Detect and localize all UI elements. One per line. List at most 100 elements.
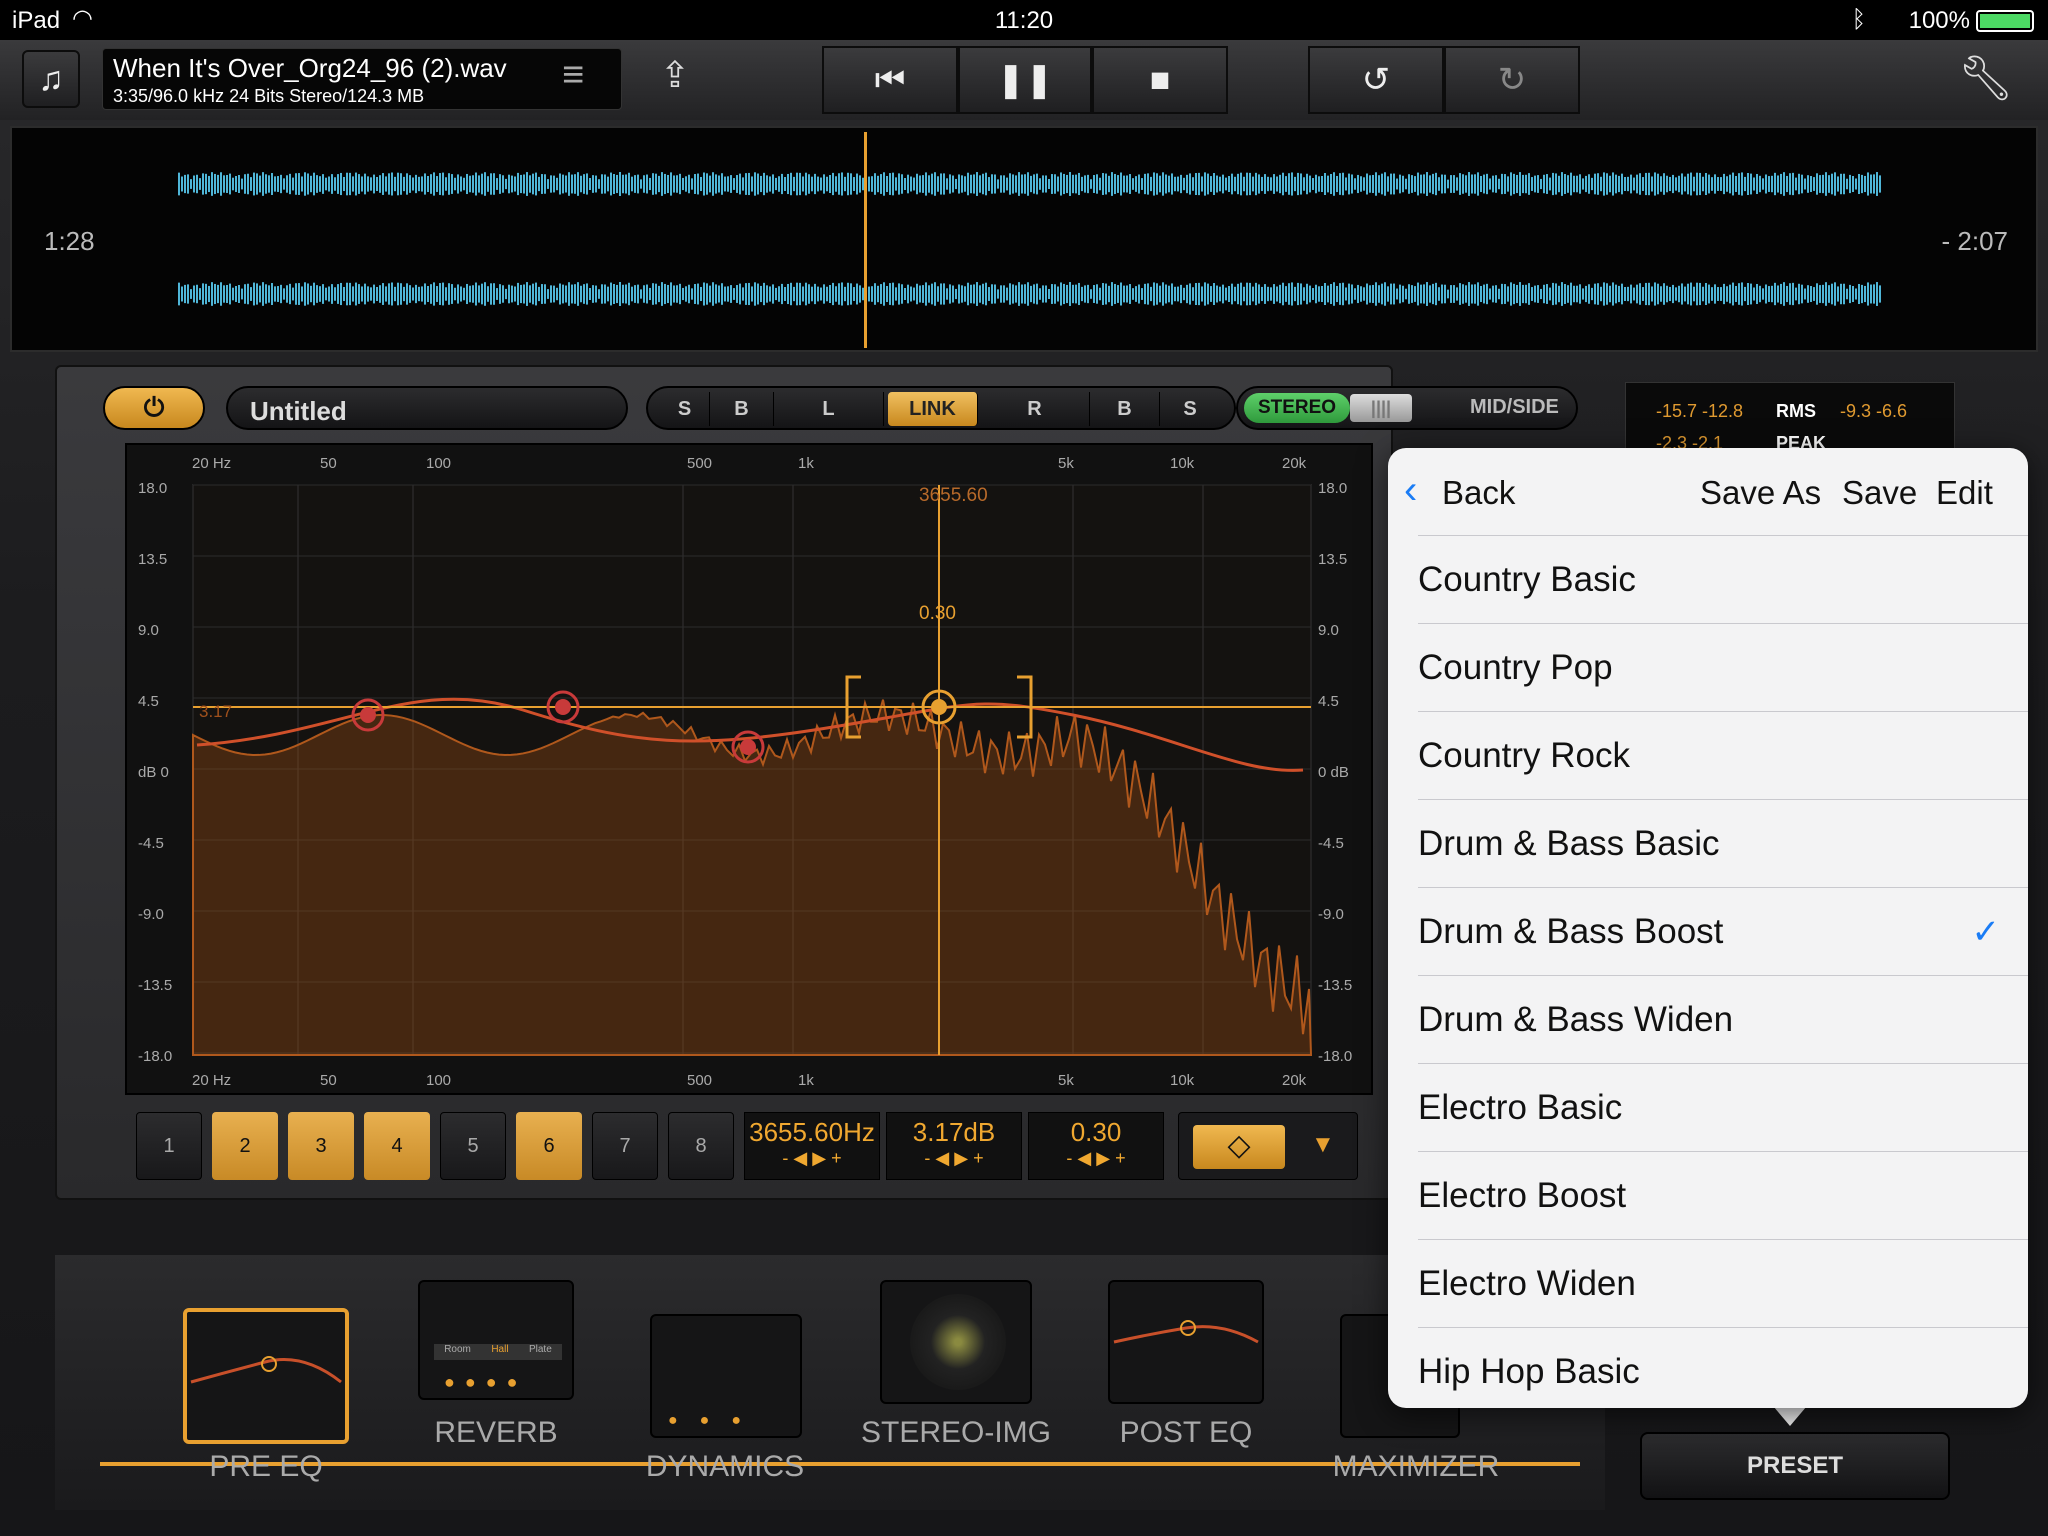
freq-tick-label: 500	[687, 455, 713, 472]
stop-icon: ■	[1149, 60, 1171, 99]
preset-item[interactable]: Drum & Bass Widen	[1418, 976, 2028, 1064]
edit-button[interactable]: Edit	[1936, 474, 1993, 512]
db-tick-label: -13.5	[1318, 977, 1353, 994]
reverb-plate-tab[interactable]: Plate	[529, 1344, 552, 1360]
band-button-1[interactable]: 1	[136, 1112, 202, 1180]
freq-tick-label: 20 Hz	[192, 455, 232, 472]
frequency-value-box[interactable]: 3655.60Hz - ◀ ▶ +	[744, 1112, 880, 1180]
preset-item-label: Hip Hop Basic	[1418, 1352, 1640, 1391]
preset-item[interactable]: Drum & Bass Boost ✓	[1418, 888, 2028, 976]
power-icon: ⏻	[143, 392, 165, 422]
channel-bypass-left[interactable]: B	[710, 392, 774, 426]
file-info-box[interactable]: When It's Over_Org24_96 (2).wav 3:35/96.…	[102, 48, 622, 110]
db-tick-label: 13.5	[1318, 551, 1348, 568]
power-button[interactable]: ⏻	[103, 386, 205, 430]
frequency-value: 3655.60Hz	[749, 1117, 875, 1147]
eq-graph[interactable]: 3655.60 0.30 3.17	[125, 443, 1373, 1095]
q-value-box[interactable]: 0.30- ◀ ▶ +	[1028, 1112, 1164, 1180]
dynamics-module[interactable]: ●●●	[650, 1314, 802, 1438]
band-button-8[interactable]: 8	[668, 1112, 734, 1180]
band-button-3[interactable]: 3	[288, 1112, 354, 1180]
save-as-button[interactable]: Save As	[1700, 474, 1821, 512]
eq-preset-name[interactable]: Untitled	[226, 386, 628, 430]
reverb-room-tab[interactable]: Room	[444, 1344, 471, 1360]
preset-item-label: Country Pop	[1418, 647, 1613, 687]
db-tick-label: -9.0	[138, 906, 164, 923]
gain-value: 3.17dB	[912, 1117, 996, 1147]
preset-item[interactable]: Hip Hop Basic	[1418, 1328, 2028, 1408]
gain-value-box[interactable]: 3.17dB - ◀ ▶ +	[886, 1112, 1022, 1180]
previous-button[interactable]: ⏮	[822, 46, 958, 114]
chevron-down-icon[interactable]: ▼	[1311, 1131, 1335, 1159]
band-button-5[interactable]: 5	[440, 1112, 506, 1180]
share-icon: ⇪	[659, 54, 691, 95]
back-chevron-icon[interactable]: ‹	[1404, 470, 1417, 510]
freq-tick-label: 500	[687, 1072, 713, 1089]
q-stepper[interactable]: - ◀ ▶ +	[1029, 1148, 1163, 1169]
band-button-6[interactable]: 6	[516, 1112, 582, 1180]
channel-link[interactable]: LINK	[888, 392, 978, 426]
db-tick-label: 9.0	[1318, 622, 1339, 639]
preset-item[interactable]: Drum & Bass Basic	[1418, 800, 2028, 888]
left-gain-label: 3.17	[199, 702, 232, 721]
post-eq-module[interactable]	[1108, 1280, 1264, 1404]
waveform-view[interactable]: 1:28 - 2:07	[10, 126, 2038, 352]
redo-button[interactable]: ↻	[1444, 46, 1580, 114]
stop-button[interactable]: ■	[1092, 46, 1228, 114]
music-library-button[interactable]: ♫	[22, 50, 80, 108]
band-button-4[interactable]: 4	[364, 1112, 430, 1180]
preset-item[interactable]: Country Rock	[1418, 712, 2028, 800]
back-button[interactable]: Back	[1442, 474, 1515, 512]
db-tick-label: 4.5	[138, 693, 159, 710]
stereo-midside-switch[interactable]: STEREO |||| MID/SIDE	[1236, 386, 1578, 430]
preset-item[interactable]: Electro Widen	[1418, 1240, 2028, 1328]
db-tick-label: 4.5	[1318, 693, 1339, 710]
band-button-7[interactable]: 7	[592, 1112, 658, 1180]
pre-eq-thumbnail	[190, 1356, 342, 1384]
preset-item-label: Electro Widen	[1418, 1263, 1636, 1303]
battery-icon	[1976, 10, 2034, 32]
stereo-scope	[910, 1294, 1006, 1390]
channel-bypass-right[interactable]: B	[1090, 392, 1160, 426]
channel-right[interactable]: R	[980, 392, 1090, 426]
reverb-module[interactable]: Room Hall Plate ●●●●	[418, 1280, 574, 1400]
settings-button[interactable]: 🔧︎	[1958, 52, 2014, 104]
pause-button[interactable]: ❚❚	[958, 46, 1092, 114]
playhead	[864, 132, 867, 348]
frequency-stepper[interactable]: - ◀ ▶ +	[745, 1148, 879, 1169]
band-button-2[interactable]: 2	[212, 1112, 278, 1180]
channel-solo-left[interactable]: S	[660, 392, 710, 426]
preset-item-label: Drum & Bass Basic	[1418, 823, 1720, 863]
preset-item[interactable]: Electro Basic	[1418, 1064, 2028, 1152]
channel-solo-right[interactable]: S	[1160, 392, 1220, 426]
gain-stepper[interactable]: - ◀ ▶ +	[887, 1148, 1021, 1169]
db-tick-label: -9.0	[1318, 906, 1344, 923]
preset-item-label: Drum & Bass Widen	[1418, 999, 1734, 1039]
cursor-frequency-label: 3655.60	[919, 485, 988, 506]
preset-button[interactable]: PRESET	[1640, 1432, 1950, 1500]
pre-eq-module[interactable]	[183, 1308, 349, 1444]
preset-item[interactable]: Country Basic	[1418, 536, 2028, 624]
db-tick-label: 0 dB	[1318, 764, 1349, 781]
channel-left[interactable]: L	[774, 392, 884, 426]
share-button[interactable]: ⇪	[650, 54, 700, 104]
file-name: When It's Over_Org24_96 (2).wav	[113, 53, 507, 83]
switch-handle[interactable]: ||||	[1350, 394, 1412, 422]
save-button[interactable]: Save	[1842, 474, 1917, 512]
preset-item[interactable]: Electro Boost	[1418, 1152, 2028, 1240]
midside-label: MID/SIDE	[1470, 396, 1559, 418]
preset-item[interactable]: Country Pop	[1418, 624, 2028, 712]
undo-icon: ↺	[1361, 61, 1391, 99]
preset-popover: ‹ Back Save As Save Edit Country Basic Co…	[1388, 448, 2028, 1408]
db-tick-label: dB 0	[138, 764, 169, 781]
stereo-img-module[interactable]	[880, 1280, 1032, 1404]
channel-selector: S B L LINK R B S	[646, 386, 1236, 430]
eq-curve-graphic: 3655.60 0.30 3.17	[192, 484, 1313, 1056]
freq-tick-label: 5k	[1058, 455, 1074, 472]
undo-button[interactable]: ↺	[1308, 46, 1444, 114]
filter-type-selector[interactable]: ◇ ▼	[1178, 1112, 1358, 1180]
menu-icon[interactable]: ≡	[562, 56, 584, 94]
reverb-hall-tab[interactable]: Hall	[491, 1344, 508, 1360]
popover-header: ‹ Back Save As Save Edit	[1388, 448, 2028, 536]
freq-tick-label: 5k	[1058, 1072, 1074, 1089]
